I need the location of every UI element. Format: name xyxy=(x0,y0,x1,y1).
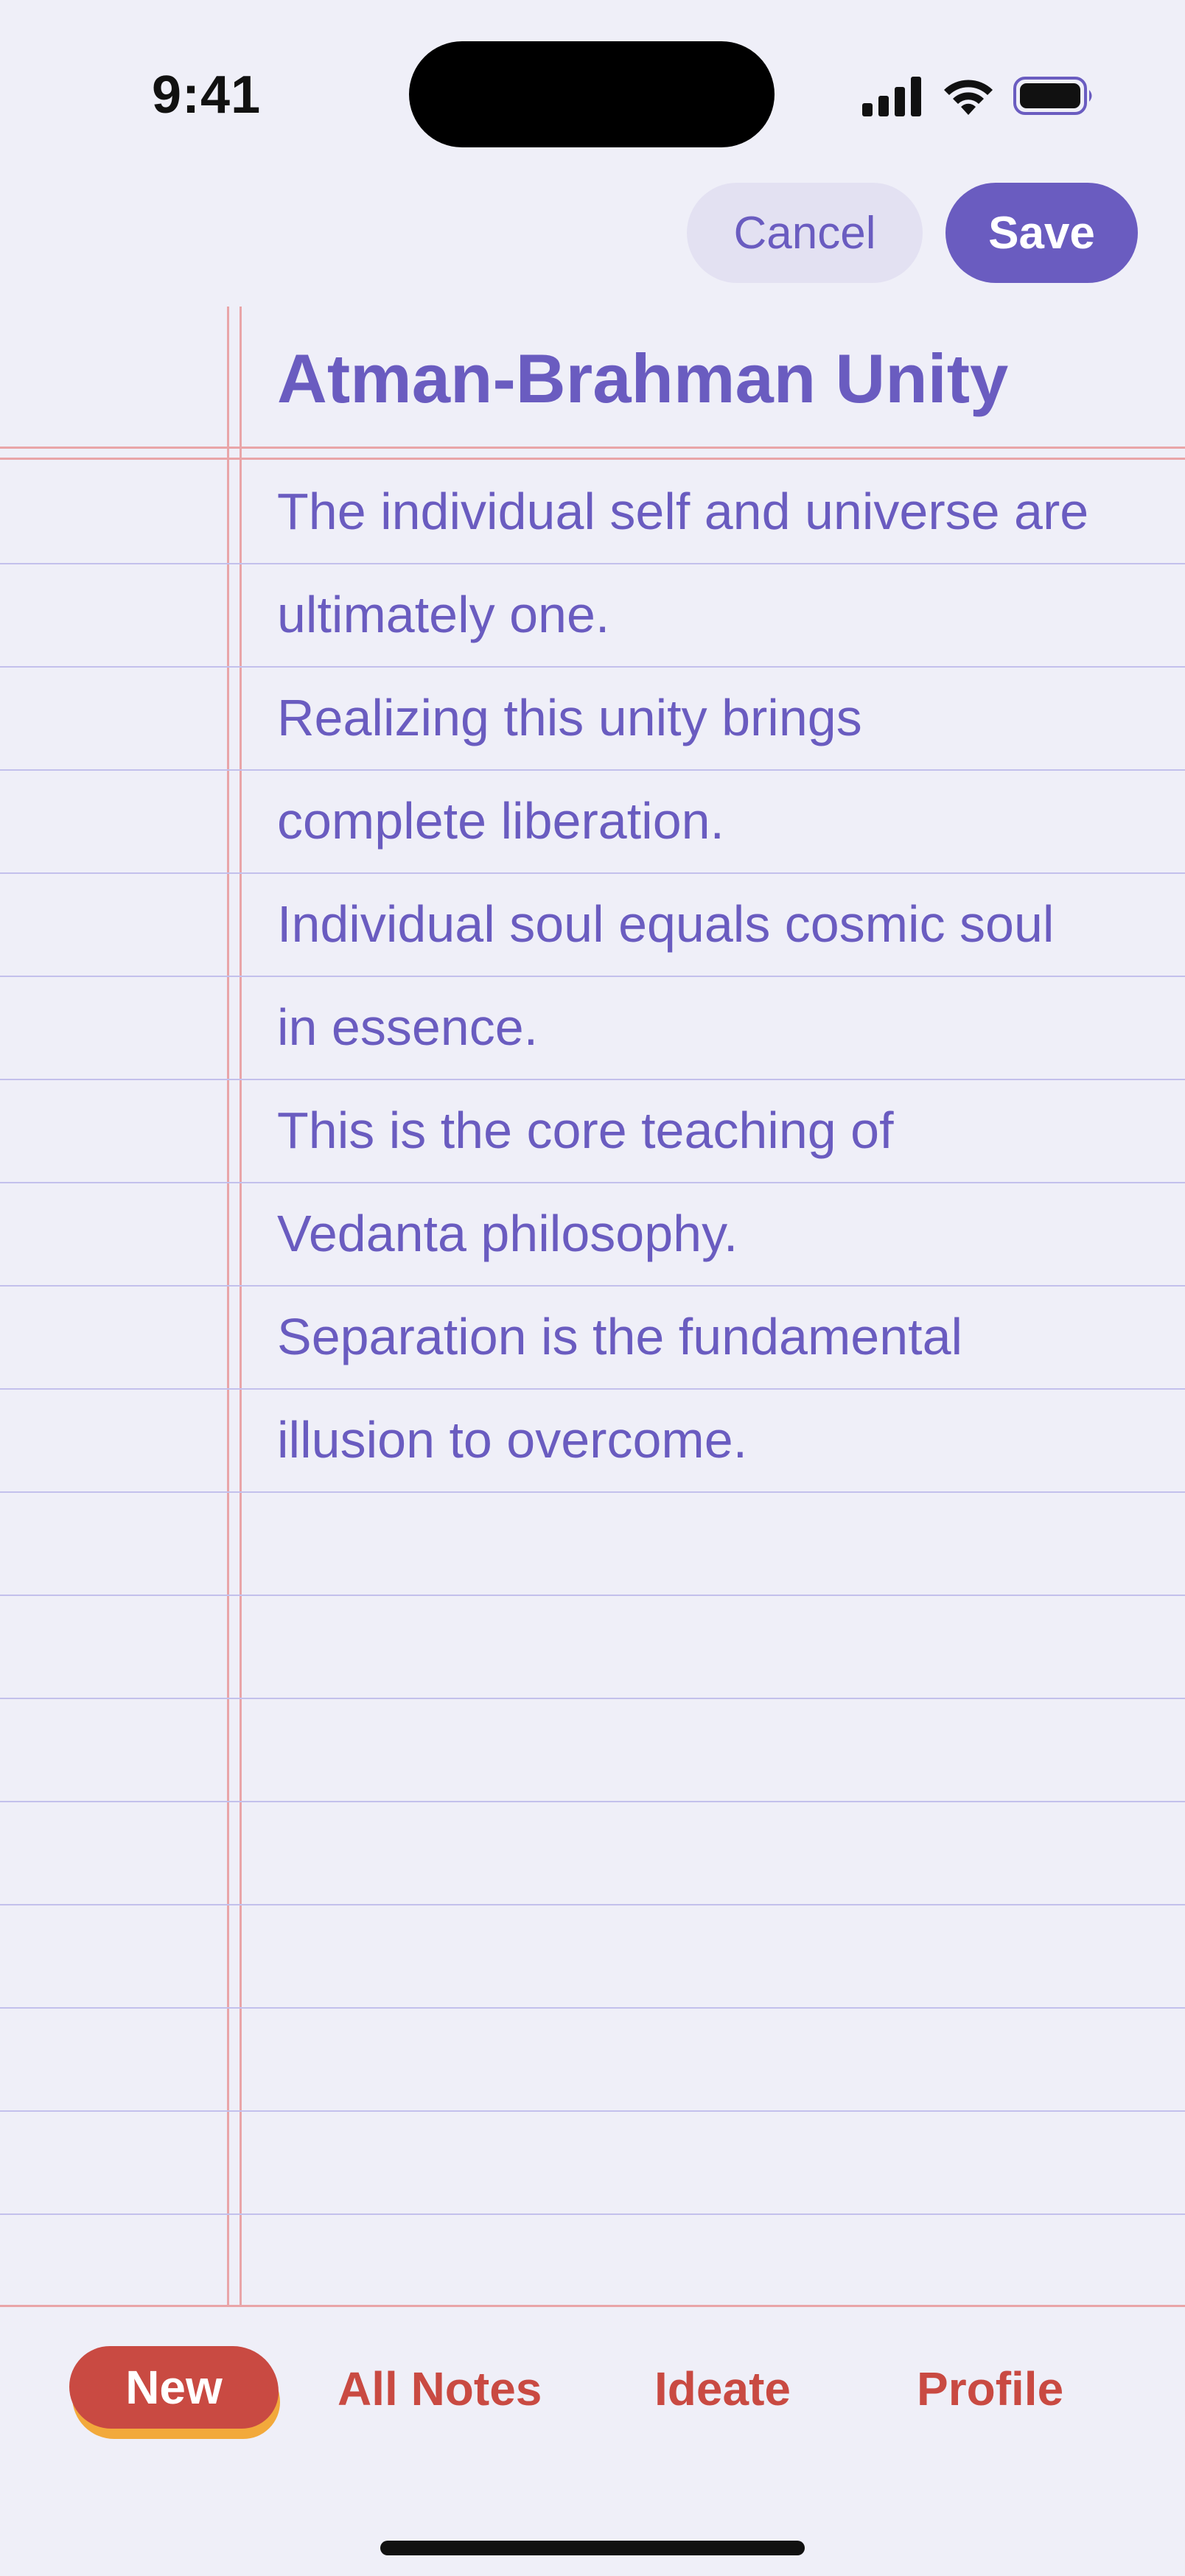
wifi-icon xyxy=(944,80,993,115)
dynamic-island xyxy=(409,41,775,147)
battery-icon xyxy=(1013,77,1092,115)
tab-new[interactable]: New xyxy=(69,2340,280,2439)
note-line[interactable]: complete liberation. xyxy=(277,769,724,872)
paper-rule xyxy=(0,2110,1185,2112)
status-icons xyxy=(861,74,1097,118)
paper-rule xyxy=(0,1491,1185,1493)
tab-bar: New All Notes Ideate Profile xyxy=(0,2305,1185,2576)
note-line[interactable]: ultimately one. xyxy=(277,563,609,666)
home-indicator[interactable] xyxy=(380,2541,805,2555)
note-line[interactable]: The individual self and universe are xyxy=(277,460,1088,563)
tab-all-notes[interactable]: All Notes xyxy=(338,2352,542,2426)
tab-profile[interactable]: Profile xyxy=(917,2352,1063,2426)
status-bar: 9:41 xyxy=(0,0,1185,147)
save-button[interactable]: Save xyxy=(945,183,1138,283)
paper-rule xyxy=(0,1698,1185,1699)
paper-rule xyxy=(0,976,1185,977)
note-line[interactable]: This is the core teaching of xyxy=(277,1079,894,1182)
tab-new-label: New xyxy=(125,2361,223,2414)
paper-rule xyxy=(0,2007,1185,2009)
note-title[interactable]: Atman-Brahman Unity xyxy=(277,339,1008,419)
cellular-signal-icon xyxy=(862,77,921,116)
margin-line xyxy=(227,307,229,2305)
note-line[interactable]: in essence. xyxy=(277,976,538,1079)
paper-rule xyxy=(0,1595,1185,1596)
note-line[interactable]: Vedanta philosophy. xyxy=(277,1182,738,1285)
tab-bar-divider xyxy=(0,2305,1185,2307)
note-line[interactable]: Realizing this unity brings xyxy=(277,666,862,769)
note-line[interactable]: illusion to overcome. xyxy=(277,1388,747,1491)
paper-rule xyxy=(0,1801,1185,1802)
paper-rule xyxy=(0,1904,1185,1905)
tab-ideate[interactable]: Ideate xyxy=(654,2352,791,2426)
note-paper[interactable]: Atman-Brahman Unity The individual self … xyxy=(0,307,1185,2305)
note-line[interactable]: Separation is the fundamental xyxy=(277,1285,962,1388)
margin-line xyxy=(240,307,242,2305)
cancel-button[interactable]: Cancel xyxy=(687,183,923,283)
paper-rule xyxy=(0,2213,1185,2215)
status-time: 9:41 xyxy=(152,66,262,125)
title-rule xyxy=(0,447,1185,449)
note-line[interactable]: Individual soul equals cosmic soul xyxy=(277,872,1054,976)
